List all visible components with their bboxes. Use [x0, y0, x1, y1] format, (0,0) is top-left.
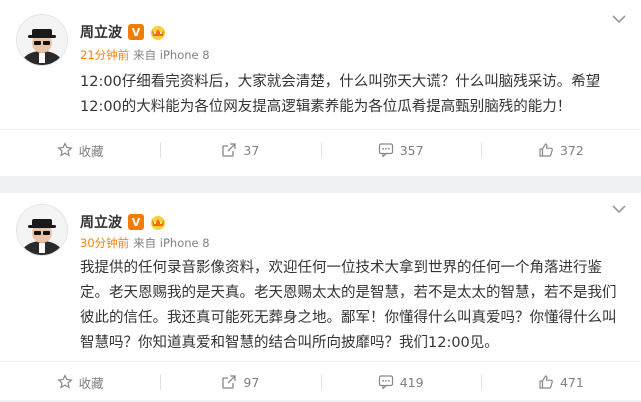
comment-count: 357	[399, 142, 424, 158]
avatar-image	[17, 15, 67, 65]
post-time[interactable]: 21分钟前	[80, 48, 129, 62]
favorite-label: 收藏	[78, 143, 104, 159]
post-text: 我提供的任何录音影像资料，欢迎任何一位技术大拿到世界的任何一个角落进行鉴定。老天…	[80, 260, 617, 351]
like-count: 372	[559, 142, 584, 158]
share-arrow-icon	[222, 375, 237, 389]
post-actions: 收藏 97 419 471	[0, 361, 641, 402]
verified-badge: V	[128, 214, 144, 230]
favorite-label: 收藏	[78, 375, 104, 391]
repost-button[interactable]: 37	[160, 130, 320, 170]
author-name[interactable]: 周立波	[80, 212, 122, 232]
repost-count: 97	[243, 374, 260, 390]
weibo-post: 周立波 V 30分钟前 来自 iPhone 8 我提供的任何录音影像资料，欢迎任何…	[0, 193, 641, 400]
avatar[interactable]	[16, 14, 68, 66]
post-time[interactable]: 30分钟前	[80, 236, 129, 250]
author-name[interactable]: 周立波	[80, 22, 122, 42]
repost-button[interactable]: 97	[160, 362, 320, 402]
share-arrow-icon	[222, 143, 237, 157]
like-button[interactable]: 372	[480, 130, 641, 170]
like-button[interactable]: 471	[480, 362, 641, 402]
post-meta: 21分钟前 来自 iPhone 8	[80, 47, 210, 63]
post-source: 来自 iPhone 8	[133, 236, 210, 250]
vip-crown-icon[interactable]	[148, 24, 168, 40]
post-actions: 收藏 37 357 372	[0, 129, 641, 170]
comment-button[interactable]: 419	[320, 362, 481, 402]
vip-crown-icon[interactable]	[148, 214, 168, 230]
comment-icon	[378, 375, 393, 390]
star-icon	[56, 142, 73, 157]
post-text: 12:00仔细看完资料后，大家就会清楚，什么叫弥天大谎？什么叫脑残采访。希望12…	[80, 74, 601, 115]
favorite-button[interactable]: 收藏	[0, 362, 160, 402]
thumbs-up-icon	[539, 143, 553, 157]
post-meta: 30分钟前 来自 iPhone 8	[80, 235, 210, 251]
comment-button[interactable]: 357	[320, 130, 481, 170]
post-source: 来自 iPhone 8	[133, 48, 210, 62]
chevron-down-icon[interactable]	[611, 14, 627, 24]
avatar-image	[17, 205, 67, 255]
favorite-button[interactable]: 收藏	[0, 130, 160, 170]
comment-count: 419	[399, 374, 424, 390]
weibo-post: 周立波 V 21分钟前 来自 iPhone 8 12:00仔细看完资料后，大家就会…	[0, 0, 641, 176]
star-icon	[56, 374, 73, 389]
avatar[interactable]	[16, 204, 68, 256]
thumbs-up-icon	[539, 375, 553, 389]
chevron-down-icon[interactable]	[611, 204, 627, 214]
repost-count: 37	[243, 142, 260, 158]
feed-separator	[0, 176, 641, 193]
like-count: 471	[559, 374, 584, 390]
comment-icon	[378, 143, 393, 158]
verified-badge: V	[128, 24, 144, 40]
